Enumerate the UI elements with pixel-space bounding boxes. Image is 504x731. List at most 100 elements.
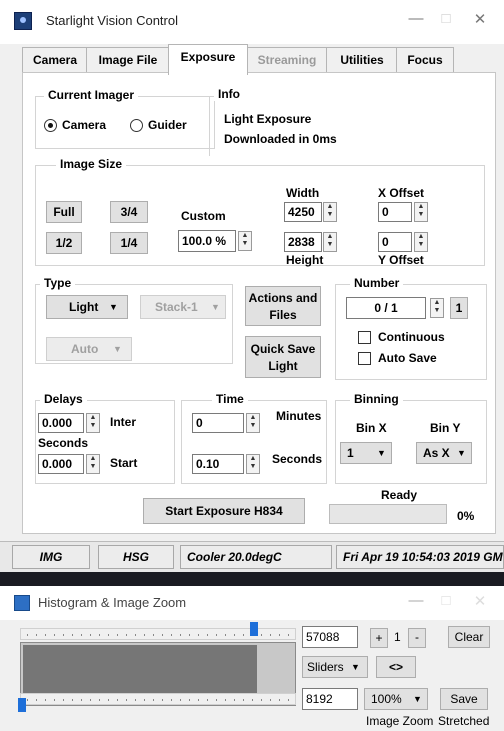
tab-streaming[interactable]: Streaming — [246, 47, 328, 74]
exposure-progress-bar — [329, 504, 447, 524]
mode-value: Sliders — [307, 660, 344, 674]
minutes-label: Minutes — [276, 409, 322, 423]
minimize-icon[interactable]: — — [402, 592, 430, 614]
inter-delay-spinner[interactable]: ▲ ▼ — [86, 413, 100, 433]
slider-tick — [144, 634, 145, 636]
auto-dropdown[interactable]: Auto ▼ — [46, 337, 132, 361]
bin-x-label: Bin X — [356, 421, 387, 435]
bin-y-dropdown[interactable]: As X ▼ — [416, 442, 472, 464]
camera-radio[interactable] — [44, 119, 57, 132]
plus-button[interactable]: + — [370, 628, 388, 648]
slider-tick — [207, 699, 208, 701]
slider-tick — [36, 634, 37, 636]
close-icon[interactable]: ✕ — [466, 592, 494, 614]
minutes-spinner[interactable]: ▲ ▼ — [246, 413, 260, 433]
tab-image-file[interactable]: Image File — [86, 47, 170, 74]
slider-tick — [270, 699, 271, 701]
info-line-1: Light Exposure — [224, 112, 312, 126]
start-delay-field[interactable]: 0.000 — [38, 454, 84, 474]
slider-tick — [261, 699, 262, 701]
minus-button[interactable]: - — [408, 628, 426, 648]
close-icon[interactable]: ✕ — [466, 10, 494, 32]
number-step-button[interactable]: 1 — [450, 297, 468, 319]
slider-tick — [27, 634, 28, 636]
minimize-icon[interactable]: — — [402, 10, 430, 32]
histogram-bottom-slider[interactable] — [20, 693, 296, 705]
histogram-top-value[interactable]: 57088 — [302, 626, 358, 648]
histogram-bottom-slider-thumb[interactable] — [18, 698, 26, 712]
three-quarter-size-button[interactable]: 3/4 — [110, 201, 148, 223]
custom-size-spinner[interactable]: ▲ ▼ — [238, 231, 252, 251]
slider-tick — [288, 699, 289, 701]
height-spinner[interactable]: ▲ ▼ — [323, 232, 337, 252]
start-exposure-button[interactable]: Start Exposure H834 — [143, 498, 305, 524]
slider-tick — [243, 634, 244, 636]
type-label: Type — [40, 276, 76, 290]
y-offset-field[interactable]: 0 — [378, 232, 412, 252]
half-size-button[interactable]: 1/2 — [46, 232, 82, 254]
seconds-spinner[interactable]: ▲ ▼ — [246, 454, 260, 474]
slider-tick — [153, 634, 154, 636]
zoom-dropdown[interactable]: 100% ▼ — [364, 688, 428, 710]
seconds-label: Seconds — [38, 436, 89, 450]
zoom-value: 100% — [371, 692, 402, 706]
actions-and-files-button[interactable]: Actions and Files — [245, 286, 321, 326]
maximize-icon[interactable]: □ — [432, 592, 460, 614]
y-offset-spinner[interactable]: ▲ ▼ — [414, 232, 428, 252]
chevron-down-icon: ▼ — [457, 448, 466, 458]
number-group: Number 0 / 1 ▲ ▼ 1 Continuous Auto Save — [335, 276, 487, 380]
histogram-title-bar: Histogram & Image Zoom — □ ✕ — [0, 586, 504, 620]
chevron-down-icon: ▼ — [113, 344, 122, 354]
chevron-down-icon: ▼ — [351, 662, 360, 672]
quarter-size-button[interactable]: 1/4 — [110, 232, 148, 254]
slider-tick — [81, 634, 82, 636]
binning-label: Binning — [350, 392, 403, 406]
x-offset-field[interactable]: 0 — [378, 202, 412, 222]
quick-save-button[interactable]: Quick Save Light — [245, 336, 321, 378]
auto-save-label: Auto Save — [378, 351, 437, 365]
slider-tick — [225, 634, 226, 636]
slider-tick — [72, 634, 73, 636]
inter-delay-field[interactable]: 0.000 — [38, 413, 84, 433]
custom-size-field[interactable]: 100.0 % — [178, 230, 236, 252]
swap-arrows-button[interactable]: <> — [376, 656, 416, 678]
delays-group: Delays 0.000 ▲ ▼ Inter Seconds 0.000 ▲ ▼ S… — [35, 392, 175, 484]
maximize-icon[interactable]: □ — [432, 10, 460, 32]
x-offset-spinner[interactable]: ▲ ▼ — [414, 202, 428, 222]
type-group: Type Light ▼ Stack-1 ▼ Auto ▼ — [35, 276, 233, 364]
hsg-status[interactable]: HSG — [98, 545, 174, 569]
seconds-field[interactable]: 0.10 — [192, 454, 244, 474]
mode-dropdown[interactable]: Sliders ▼ — [302, 656, 368, 678]
img-status[interactable]: IMG — [12, 545, 90, 569]
height-field[interactable]: 2838 — [284, 232, 322, 252]
histogram-top-slider-thumb[interactable] — [250, 622, 258, 636]
full-size-button[interactable]: Full — [46, 201, 82, 223]
tab-utilities[interactable]: Utilities — [326, 47, 398, 74]
auto-save-checkbox[interactable] — [358, 352, 371, 365]
tab-focus[interactable]: Focus — [396, 47, 454, 74]
slider-tick — [135, 634, 136, 636]
width-spinner[interactable]: ▲ ▼ — [323, 202, 337, 222]
slider-tick — [45, 699, 46, 701]
main-window: Starlight Vision Control — □ ✕ Camera Im… — [0, 0, 504, 572]
clear-button[interactable]: Clear — [448, 626, 490, 648]
stack-dropdown[interactable]: Stack-1 ▼ — [140, 295, 226, 319]
histogram-bottom-value[interactable]: 8192 — [302, 688, 358, 710]
bin-x-value: 1 — [347, 446, 354, 460]
guider-radio[interactable] — [130, 119, 143, 132]
continuous-checkbox[interactable] — [358, 331, 371, 344]
tab-exposure[interactable]: Exposure — [168, 44, 248, 75]
camera-radio-label: Camera — [62, 118, 107, 132]
minutes-field[interactable]: 0 — [192, 413, 244, 433]
frame-type-dropdown[interactable]: Light ▼ — [46, 295, 128, 319]
tab-camera[interactable]: Camera — [22, 47, 88, 74]
slider-tick — [81, 699, 82, 701]
bin-x-dropdown[interactable]: 1 ▼ — [340, 442, 392, 464]
save-button[interactable]: Save — [440, 688, 488, 710]
number-spinner[interactable]: ▲ ▼ — [430, 298, 444, 318]
slider-tick — [216, 634, 217, 636]
number-field[interactable]: 0 / 1 — [346, 297, 426, 319]
width-field[interactable]: 4250 — [284, 202, 322, 222]
start-label: Start — [110, 456, 138, 470]
start-delay-spinner[interactable]: ▲ ▼ — [86, 454, 100, 474]
